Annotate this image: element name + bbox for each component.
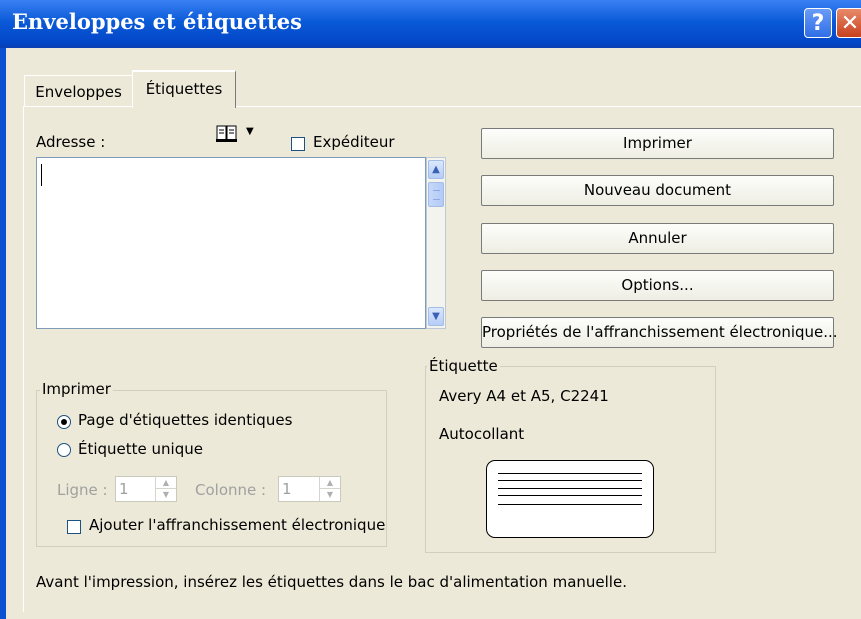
close-icon: ✕ <box>840 11 860 36</box>
scroll-down-icon[interactable]: ▼ <box>428 307 444 326</box>
address-book-icon[interactable] <box>216 125 238 148</box>
address-scrollbar[interactable]: ▲ ▼ <box>426 157 446 329</box>
row-stepper-arrows[interactable]: ▲ ▼ <box>155 477 176 501</box>
full-page-label: Page d'étiquettes identiques <box>78 411 293 429</box>
single-label-radio[interactable] <box>57 443 71 457</box>
print-group-title: Imprimer <box>40 380 113 398</box>
close-button[interactable]: ✕ <box>836 8 861 38</box>
text-caret <box>41 164 42 186</box>
print-button[interactable]: Imprimer <box>481 128 834 159</box>
tab-enveloppes[interactable]: Enveloppes <box>24 75 133 106</box>
tab-etiquettes[interactable]: Étiquettes <box>132 70 236 108</box>
add-postage-label: Ajouter l'affranchissement électronique <box>89 516 386 534</box>
address-book-dropdown-icon[interactable]: ▼ <box>246 126 254 137</box>
title-bar: Enveloppes et étiquettes ? ✕ <box>0 0 861 48</box>
column-stepper-arrows[interactable]: ▲ ▼ <box>319 477 340 501</box>
help-button[interactable]: ? <box>804 8 832 38</box>
row-value: 1 <box>119 480 129 498</box>
scroll-thumb[interactable] <box>428 182 444 207</box>
full-page-radio[interactable] <box>57 415 71 429</box>
add-postage-checkbox[interactable] <box>67 520 81 534</box>
label-preview-icon <box>486 460 654 538</box>
scroll-up-icon[interactable]: ▲ <box>428 160 444 179</box>
row-stepper[interactable]: 1 ▲ ▼ <box>115 476 177 502</box>
window-title: Enveloppes et étiquettes <box>12 9 302 34</box>
label-group-title: Étiquette <box>427 357 500 375</box>
cancel-button[interactable]: Annuler <box>481 223 834 254</box>
tab-enveloppes-label: Enveloppes <box>35 83 122 101</box>
options-button[interactable]: Options... <box>481 270 834 301</box>
column-stepper[interactable]: 1 ▲ ▼ <box>278 476 341 502</box>
footer-hint: Avant l'impression, insérez les étiquett… <box>36 573 627 591</box>
single-label-label: Étiquette unique <box>78 440 203 458</box>
column-value: 1 <box>282 480 292 498</box>
new-document-button[interactable]: Nouveau document <box>481 175 834 206</box>
help-icon: ? <box>811 11 825 36</box>
label-type: Autocollant <box>439 425 525 443</box>
address-label: Adresse : <box>36 133 106 151</box>
sender-label: Expéditeur <box>313 133 395 151</box>
sender-checkbox[interactable] <box>291 137 305 151</box>
label-product: Avery A4 et A5, C2241 <box>439 387 609 405</box>
tab-etiquettes-label: Étiquettes <box>145 80 223 98</box>
row-label: Ligne : <box>57 481 108 499</box>
window-frame <box>0 48 6 619</box>
column-label: Colonne : <box>195 481 267 499</box>
postage-properties-button[interactable]: Propriétés de l'affranchissement électro… <box>481 317 838 348</box>
address-textarea[interactable] <box>36 157 426 329</box>
